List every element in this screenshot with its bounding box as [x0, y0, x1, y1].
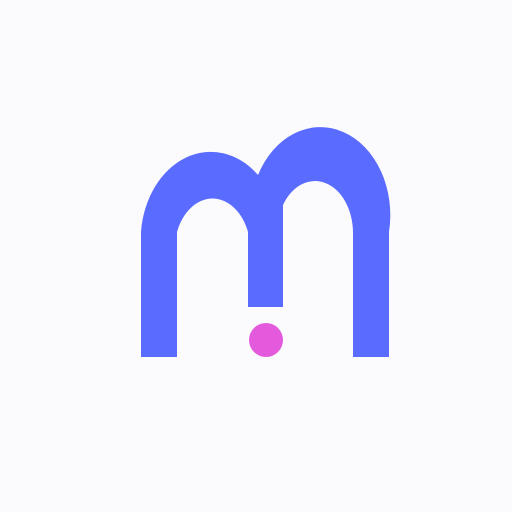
accent-dot [249, 323, 283, 357]
m-glyph [141, 127, 391, 358]
m-logo [141, 127, 391, 358]
app-icon-canvas [0, 0, 512, 512]
